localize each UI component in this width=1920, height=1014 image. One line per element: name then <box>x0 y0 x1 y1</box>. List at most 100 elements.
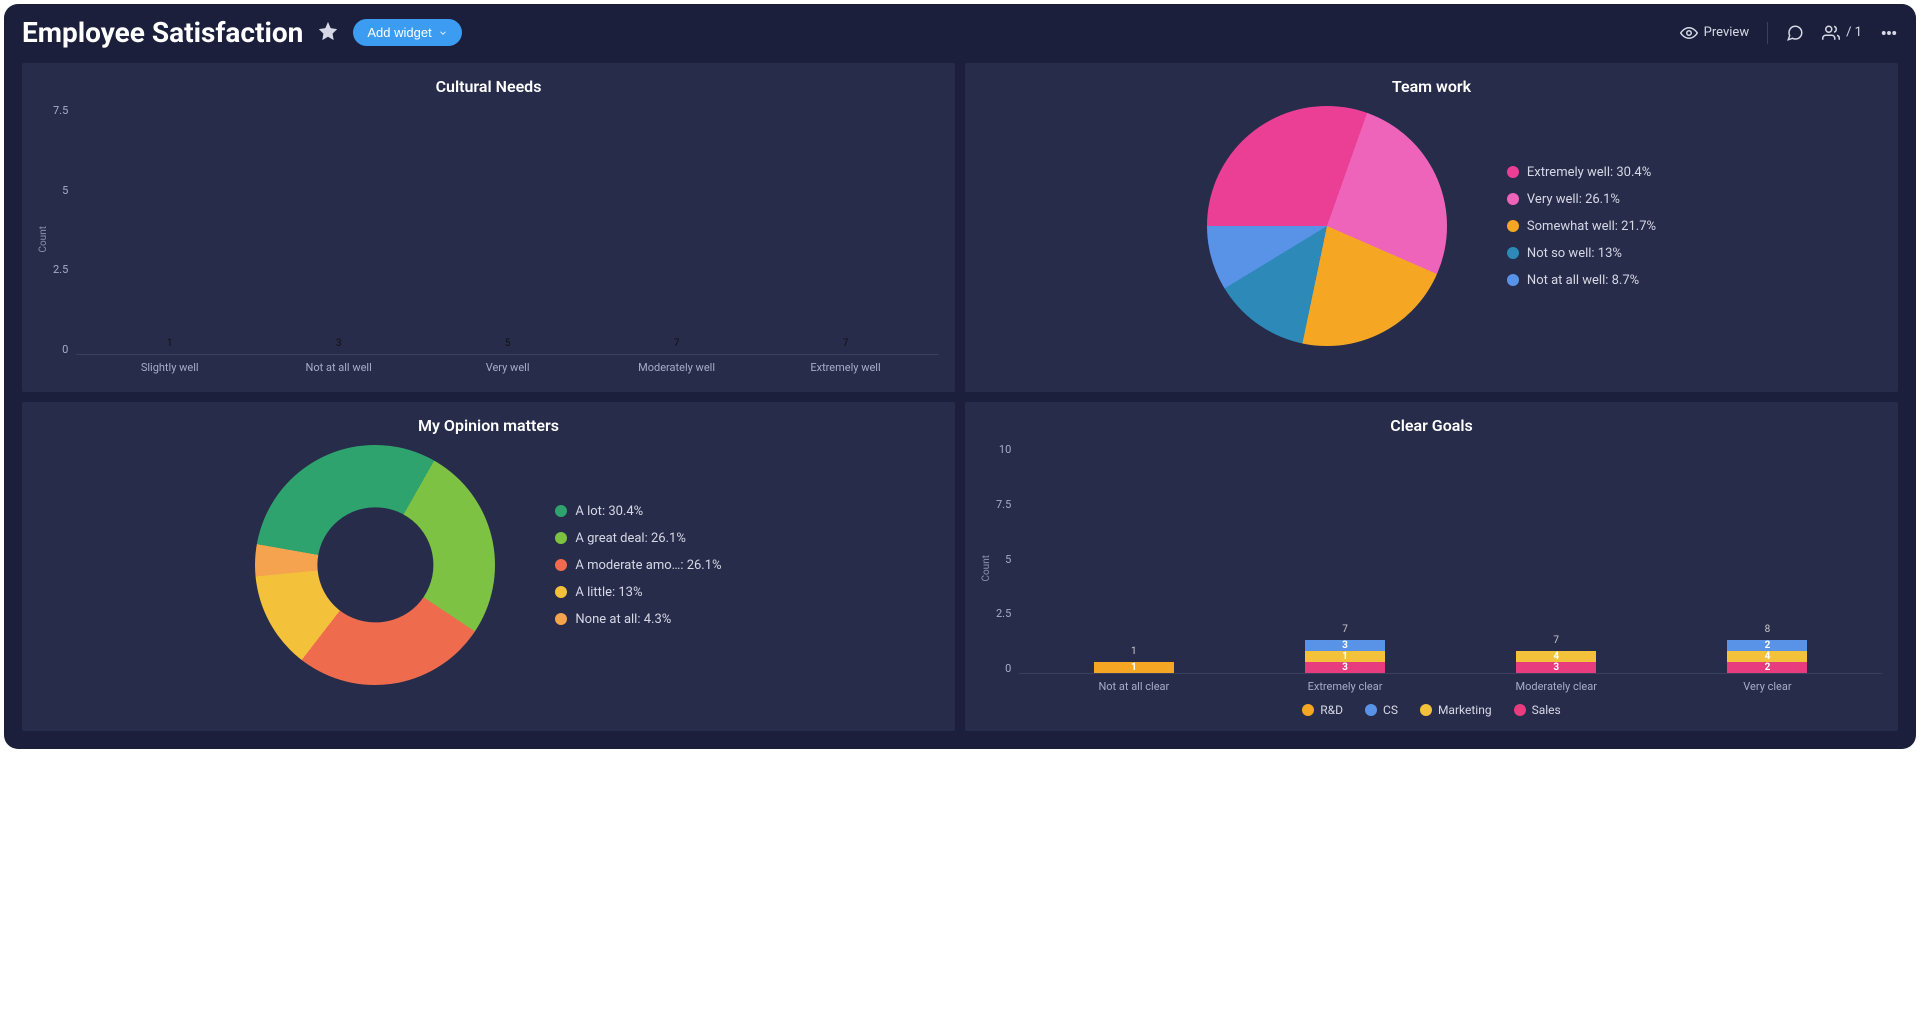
legend-swatch <box>1507 166 1519 178</box>
plot-area: 13577 <box>76 104 939 355</box>
legend-item[interactable]: Somewhat well: 21.7% <box>1507 219 1656 234</box>
panel-title: Team work <box>981 77 1882 96</box>
add-widget-button[interactable]: Add widget <box>353 19 461 46</box>
y-axis: 107.552.50 <box>996 443 1019 693</box>
dots-icon <box>1880 24 1898 42</box>
bar-col: 3137 <box>1248 640 1443 673</box>
legend-label: Very well: 26.1% <box>1527 192 1620 207</box>
legend: A lot: 30.4% A great deal: 26.1% A moderat… <box>555 504 721 627</box>
legend-item[interactable]: CS <box>1365 703 1398 717</box>
legend-item[interactable]: Not so well: 13% <box>1507 246 1656 261</box>
plot: 13577 Slightly wellNot at all wellVery w… <box>76 104 939 374</box>
bar-segment[interactable]: 1 <box>1094 662 1174 673</box>
comments-button[interactable] <box>1786 24 1804 42</box>
legend-swatch <box>555 613 567 625</box>
x-tick: Slightly well <box>94 355 246 374</box>
legend-item[interactable]: None at all: 4.3% <box>555 612 721 627</box>
legend: Extremely well: 30.4% Very well: 26.1% Som… <box>1507 165 1656 288</box>
dashboard: Employee Satisfaction Add widget Preview… <box>4 4 1916 749</box>
legend-item[interactable]: Very well: 26.1% <box>1507 192 1656 207</box>
pie-chart: Extremely well: 30.4% Very well: 26.1% Som… <box>981 106 1882 346</box>
bar-total: 1 <box>1094 646 1174 657</box>
legend-item[interactable]: Extremely well: 30.4% <box>1507 165 1656 180</box>
legend-item[interactable]: A great deal: 26.1% <box>555 531 721 546</box>
legend-item[interactable]: Marketing <box>1420 703 1492 717</box>
legend-item[interactable]: A little: 13% <box>555 585 721 600</box>
legend-swatch <box>1507 220 1519 232</box>
x-tick: Moderately well <box>600 355 752 374</box>
x-tick: Moderately clear <box>1459 674 1654 693</box>
dashboard-grid: Cultural Needs Count 7.552.50 13577 Slig… <box>22 63 1898 731</box>
panel-clear-goals[interactable]: Clear Goals Count 107.552.50 11313734724… <box>965 402 1898 731</box>
share-count: / 1 <box>1846 25 1862 40</box>
legend-swatch <box>1420 704 1432 716</box>
legend-item[interactable]: R&D <box>1302 703 1343 717</box>
y-tick: 7.5 <box>996 498 1011 511</box>
legend-label: Extremely well: 30.4% <box>1527 165 1651 180</box>
panel-title: Clear Goals <box>981 416 1882 435</box>
eye-icon <box>1680 24 1698 42</box>
legend-swatch <box>1302 704 1314 716</box>
more-button[interactable] <box>1880 24 1898 42</box>
panel-cultural-needs[interactable]: Cultural Needs Count 7.552.50 13577 Slig… <box>22 63 955 392</box>
panel-team-work[interactable]: Team work Extremely well: 30.4% Very well… <box>965 63 1898 392</box>
legend-item[interactable]: A lot: 30.4% <box>555 504 721 519</box>
bar-segment[interactable]: 2 <box>1727 662 1807 673</box>
bar-value: 1 <box>130 338 210 349</box>
bar-col: 2428 <box>1670 640 1865 673</box>
y-tick: 0 <box>1005 662 1011 675</box>
stacked-bar-chart: Count 107.552.50 1131373472428 Not at al… <box>981 443 1882 693</box>
legend-label: Sales <box>1532 703 1561 717</box>
header: Employee Satisfaction Add widget Preview… <box>22 16 1898 49</box>
bar-value: 3 <box>299 338 379 349</box>
legend-item[interactable]: Not at all well: 8.7% <box>1507 273 1656 288</box>
star-icon[interactable] <box>317 20 339 46</box>
bar-segment[interactable]: 3 <box>1516 662 1596 673</box>
bar-segment[interactable]: 3 <box>1305 640 1385 651</box>
donut-hole <box>318 507 433 622</box>
bar-value: 7 <box>806 338 886 349</box>
page-title: Employee Satisfaction <box>22 16 303 49</box>
bar-segment[interactable]: 3 <box>1305 662 1385 673</box>
stacked-bar[interactable]: 2428 <box>1727 640 1807 673</box>
chevron-down-icon <box>438 28 448 38</box>
bar-total: 7 <box>1516 635 1596 646</box>
preview-button[interactable]: Preview <box>1680 24 1749 42</box>
legend-label: A moderate amo…: 26.1% <box>575 558 721 573</box>
bar-segment[interactable]: 2 <box>1727 640 1807 651</box>
legend-label: Not at all well: 8.7% <box>1527 273 1639 288</box>
y-tick: 5 <box>1005 553 1011 566</box>
y-tick: 7.5 <box>53 104 68 117</box>
stacked-bar[interactable]: 11 <box>1094 662 1174 673</box>
chat-icon <box>1786 24 1804 42</box>
header-actions: Preview / 1 <box>1680 22 1898 44</box>
stacked-bar[interactable]: 3137 <box>1305 640 1385 673</box>
bar-col: 11 <box>1037 662 1232 673</box>
preview-label: Preview <box>1704 25 1749 40</box>
legend-label: A little: 13% <box>575 585 642 600</box>
legend-item[interactable]: A moderate amo…: 26.1% <box>555 558 721 573</box>
y-axis-label: Count <box>38 226 49 253</box>
legend-label: Somewhat well: 21.7% <box>1527 219 1656 234</box>
people-icon <box>1822 24 1840 42</box>
legend-swatch <box>555 505 567 517</box>
bar-segment[interactable]: 1 <box>1305 651 1385 662</box>
x-tick: Extremely clear <box>1248 674 1443 693</box>
panel-opinion-matters[interactable]: My Opinion matters A lot: 30.4%A great d… <box>22 402 955 731</box>
legend-item[interactable]: Sales <box>1514 703 1561 717</box>
legend-swatch <box>1365 704 1377 716</box>
legend-label: CS <box>1383 703 1398 717</box>
stacked-bar[interactable]: 347 <box>1516 651 1596 673</box>
bar-segment[interactable]: 4 <box>1727 651 1807 662</box>
bar-col: 347 <box>1459 651 1654 673</box>
x-tick: Extremely well <box>769 355 921 374</box>
legend-swatch <box>555 532 567 544</box>
share-button[interactable]: / 1 <box>1822 24 1862 42</box>
legend-label: Not so well: 13% <box>1527 246 1622 261</box>
plot: 1131373472428 Not at all clearExtremely … <box>1019 443 1882 693</box>
legend-label: R&D <box>1320 703 1343 717</box>
legend-swatch <box>1507 274 1519 286</box>
bar-segment[interactable]: 4 <box>1516 651 1596 662</box>
y-tick: 0 <box>62 343 68 356</box>
legend: R&D CS Marketing Sales <box>981 703 1882 717</box>
